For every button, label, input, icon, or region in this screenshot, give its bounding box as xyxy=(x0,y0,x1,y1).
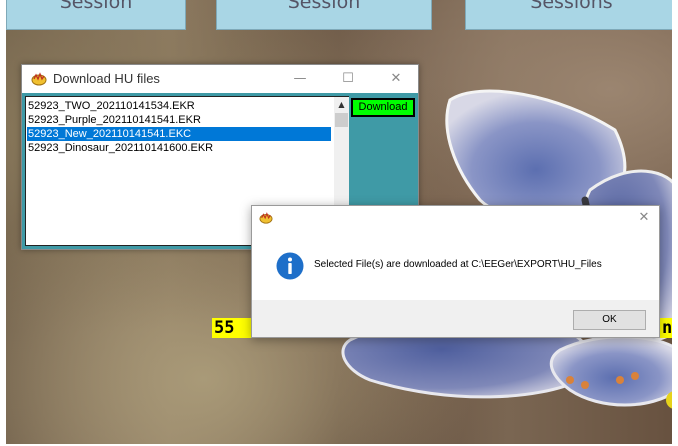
dialog-footer: OK xyxy=(252,300,659,337)
close-icon[interactable]: ✕ xyxy=(376,68,416,90)
file-list-item[interactable]: 52923_Purple_202110141541.EKR xyxy=(27,113,331,127)
message-box-dialog: ✕ Selected File(s) are downloaded at C:\… xyxy=(251,205,660,338)
session-button-2[interactable]: Session xyxy=(216,0,432,30)
session-button-1[interactable]: Session xyxy=(6,0,186,30)
message-text: Selected File(s) are downloaded at C:\EE… xyxy=(314,259,602,270)
app-icon xyxy=(31,72,47,86)
file-list-item-selected[interactable]: 52923_New_202110141541.EKC xyxy=(27,127,331,141)
close-icon[interactable]: ✕ xyxy=(634,208,654,228)
maximize-icon[interactable]: ☐ xyxy=(328,68,368,90)
sessions-button[interactable]: Sessions xyxy=(465,0,678,30)
app-icon xyxy=(259,212,273,224)
file-list-item[interactable]: 52923_TWO_202110141534.EKR xyxy=(27,99,331,113)
scrollbar-thumb[interactable] xyxy=(335,113,348,127)
file-list-item[interactable]: 52923_Dinosaur_202110141600.EKR xyxy=(27,141,331,155)
ok-button[interactable]: OK xyxy=(573,310,646,330)
window-titlebar[interactable]: Download HU files — ☐ ✕ xyxy=(22,65,418,93)
window-border-right xyxy=(672,0,678,446)
scroll-up-arrow-icon[interactable]: ▲ xyxy=(334,97,349,112)
info-icon xyxy=(276,252,304,280)
minimize-icon[interactable]: — xyxy=(280,68,320,90)
window-border-left xyxy=(0,0,6,446)
window-title: Download HU files xyxy=(53,71,160,86)
download-button[interactable]: Download xyxy=(351,98,415,117)
yellow-value-label: 55 xyxy=(212,318,252,338)
